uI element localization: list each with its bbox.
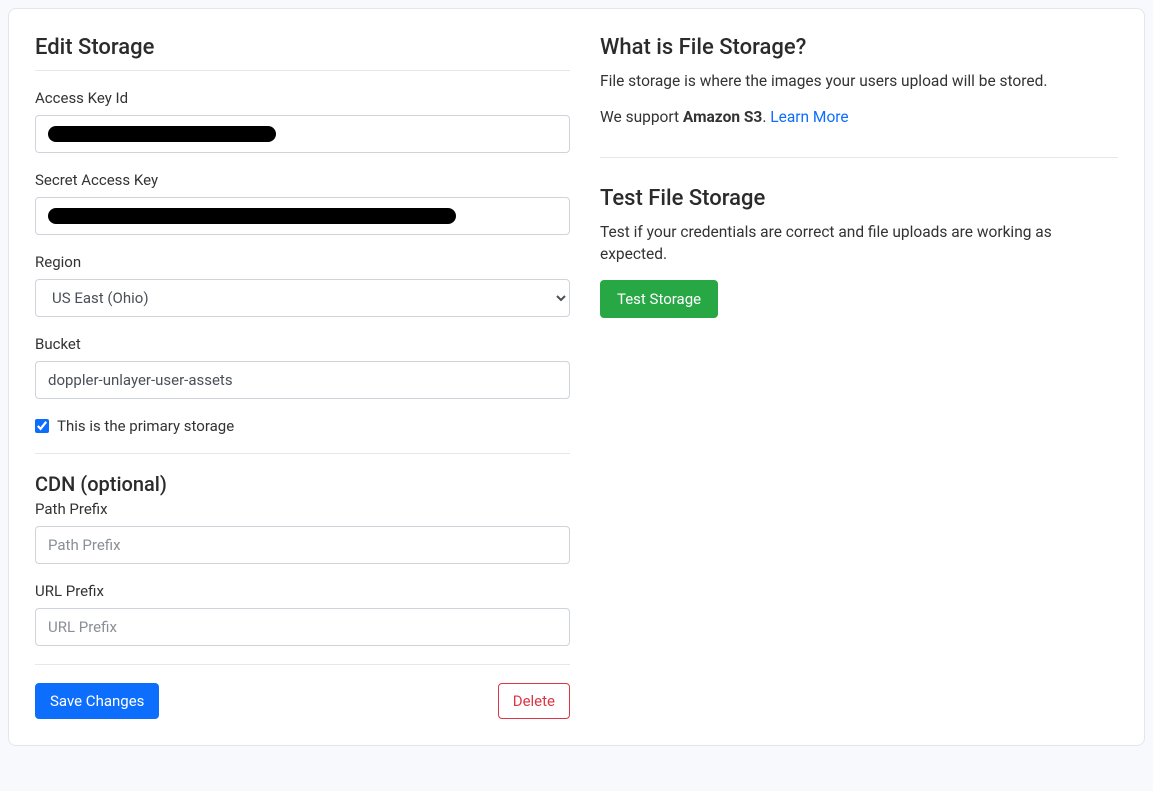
divider: [600, 157, 1118, 158]
url-prefix-input[interactable]: [35, 608, 570, 646]
field-bucket: Bucket: [35, 335, 570, 399]
edit-storage-title: Edit Storage: [35, 35, 570, 60]
info-panel: What is File Storage? File storage is wh…: [600, 35, 1118, 719]
divider: [35, 70, 570, 71]
test-file-storage-desc: Test if your credentials are correct and…: [600, 221, 1118, 266]
bucket-label: Bucket: [35, 335, 570, 353]
region-select[interactable]: US East (Ohio): [35, 279, 570, 317]
edit-storage-form: Edit Storage Access Key Id Secret Access…: [35, 35, 570, 719]
primary-storage-checkbox[interactable]: [35, 419, 49, 433]
test-storage-button[interactable]: Test Storage: [600, 280, 718, 318]
access-key-id-label: Access Key Id: [35, 89, 570, 107]
redacted-value: [48, 126, 276, 142]
cdn-title: CDN (optional): [35, 472, 570, 496]
field-url-prefix: URL Prefix: [35, 582, 570, 646]
storage-settings-card: Edit Storage Access Key Id Secret Access…: [8, 8, 1145, 746]
delete-button[interactable]: Delete: [498, 683, 570, 719]
primary-storage-checkbox-row: This is the primary storage: [35, 417, 570, 435]
path-prefix-label: Path Prefix: [35, 500, 570, 518]
what-is-file-storage-title: What is File Storage?: [600, 35, 1118, 60]
form-actions: Save Changes Delete: [35, 664, 570, 719]
field-secret-access-key: Secret Access Key: [35, 171, 570, 235]
field-path-prefix: Path Prefix: [35, 500, 570, 564]
learn-more-link[interactable]: Learn More: [770, 108, 848, 126]
region-label: Region: [35, 253, 570, 271]
field-access-key-id: Access Key Id: [35, 89, 570, 153]
divider: [35, 453, 570, 454]
redacted-value: [48, 208, 456, 224]
support-line: We support Amazon S3. Learn More: [600, 106, 1118, 128]
path-prefix-input[interactable]: [35, 526, 570, 564]
support-prefix: We support: [600, 108, 683, 126]
support-provider: Amazon S3: [683, 108, 762, 126]
access-key-id-input[interactable]: [35, 115, 570, 153]
primary-storage-checkbox-label: This is the primary storage: [57, 417, 234, 435]
secret-access-key-label: Secret Access Key: [35, 171, 570, 189]
url-prefix-label: URL Prefix: [35, 582, 570, 600]
what-is-file-storage-desc: File storage is where the images your us…: [600, 70, 1118, 92]
save-button[interactable]: Save Changes: [35, 683, 159, 719]
test-file-storage-title: Test File Storage: [600, 186, 1118, 211]
secret-access-key-input[interactable]: [35, 197, 570, 235]
bucket-input[interactable]: [35, 361, 570, 399]
field-region: Region US East (Ohio): [35, 253, 570, 317]
